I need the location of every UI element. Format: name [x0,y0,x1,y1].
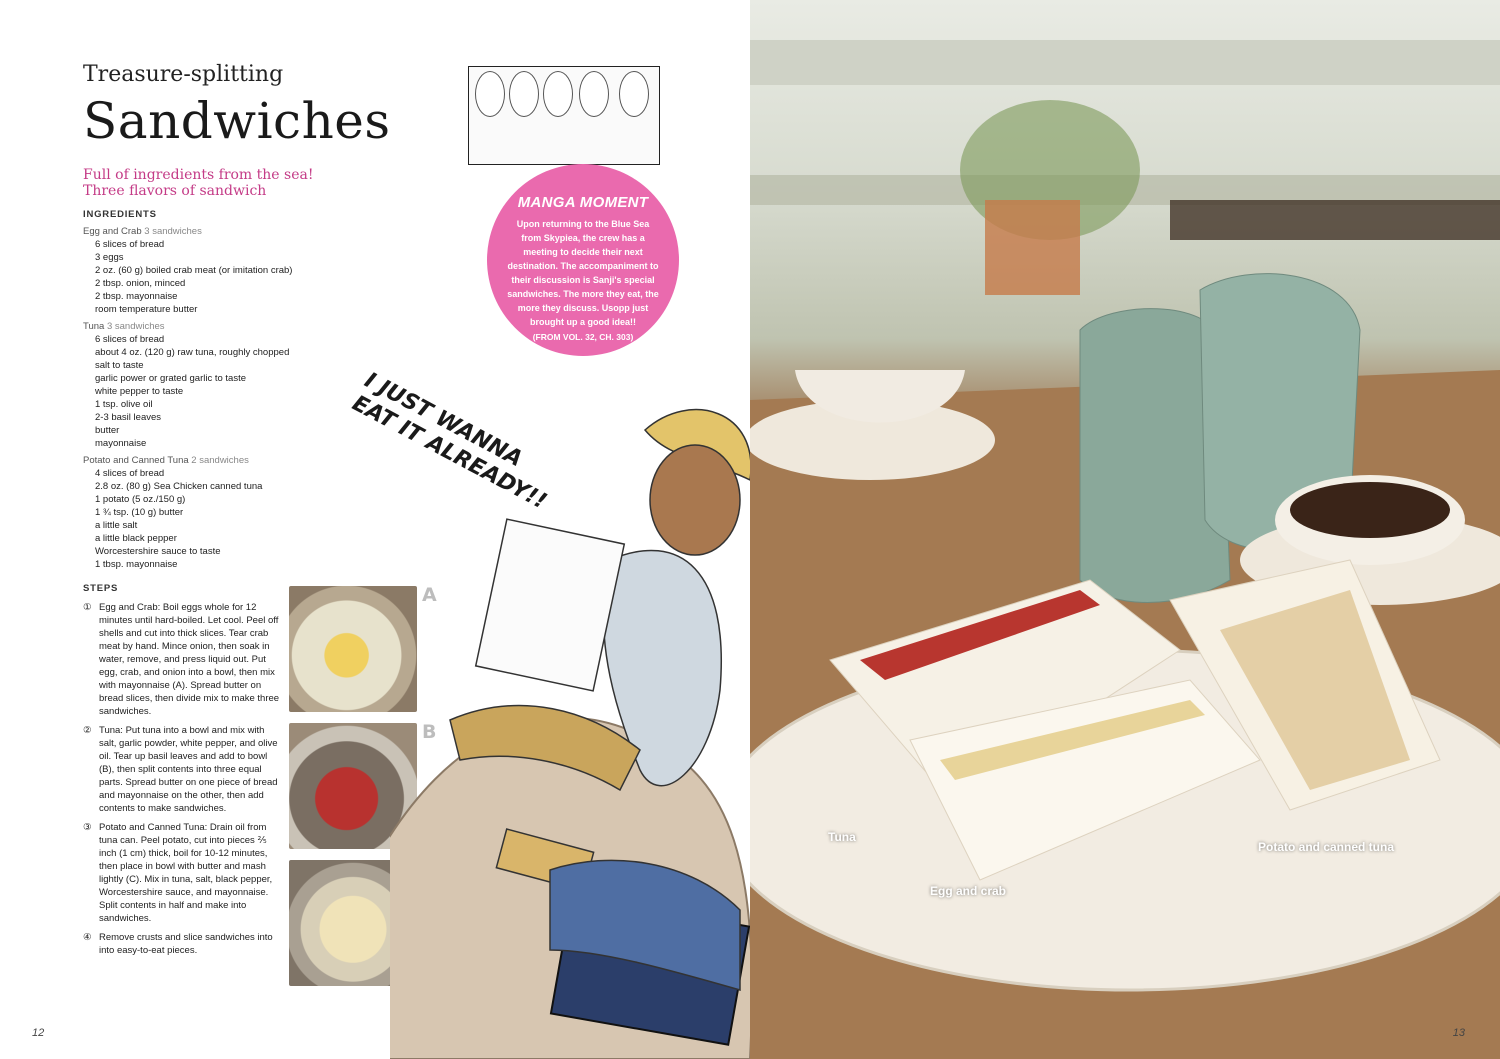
ingredient-item: 2 oz. (60 g) boiled crab meat (or imitat… [95,265,293,276]
ingredients-heading: INGREDIENTS [83,209,157,220]
ingredient-item: 4 slices of bread [95,468,165,479]
tagline-line: Full of ingredients from the sea! [83,167,314,183]
steps-list: STEPS ① Egg and Crab: Boil eggs whole for… [83,582,283,957]
manga-moment-text: Upon returning to the Blue Sea from Skyp… [507,219,659,327]
group-name: Tuna [83,321,105,332]
ingredient-item: 2.8 oz. (80 g) Sea Chicken canned tuna [95,481,263,492]
sketchbook [474,518,626,692]
ingredient-item: mayonnaise [95,438,147,449]
chair-back [1170,200,1500,240]
speech-bubble [509,71,539,117]
page-number-right: 13 [1452,1027,1465,1039]
ingredient-item: 1 tsp. olive oil [95,399,153,410]
ingredient-item: a little salt [95,520,138,531]
flower-pot [985,200,1080,295]
step-text: Potato and Canned Tuna: Drain oil from t… [99,822,273,924]
ingredient-item: 2 tbsp. onion, minced [95,278,186,289]
speech-bubble [475,71,505,117]
manga-moment-badge: MANGA MOMENT Upon returning to the Blue … [487,164,679,356]
ingredient-item: salt to taste [95,360,144,371]
recipe-title: Sandwiches [83,92,391,150]
ingredient-item: 3 eggs [95,252,124,263]
step-item: ② Tuna: Put tuna into a bowl and mix with… [83,724,283,815]
recipe-tagline: Full of ingredients from the sea! Three … [83,167,313,199]
ingredient-item: 6 slices of bread [95,239,165,250]
manga-moment-heading: MANGA MOMENT [517,194,649,211]
ingredient-item: 1 ¾ tsp. (10 g) butter [95,507,184,518]
ingredient-item: 2 tbsp. mayonnaise [95,291,178,302]
speech-bubble [543,71,573,117]
ingredient-item: about 4 oz. (120 g) raw tuna, roughly ch… [95,347,290,358]
label-tuna: Tuna [828,830,856,844]
speech-bubble [619,71,649,117]
step-number: ③ [83,822,92,833]
label-egg-crab: Egg and crab [930,884,1007,898]
group-name: Egg and Crab [83,226,142,237]
page-number-left: 12 [32,1027,45,1039]
step-text: Tuna: Put tuna into a bowl and mix with … [99,725,278,814]
tagline-line: Three flavors of sandwich [83,183,267,199]
ingredient-group-heading: Tuna 3 sandwiches [83,320,343,333]
right-page: Tuna Egg and crab Potato and canned tuna… [750,0,1500,1059]
group-count: 3 sandwiches [144,226,202,237]
ingredient-item: Worcestershire sauce to taste [95,546,221,557]
group-name: Potato and Canned Tuna [83,455,189,466]
ingredient-item: butter [95,425,120,436]
step-text: Remove crusts and slice sandwiches into … [99,932,273,956]
ingredient-item: 1 potato (5 oz./150 g) [95,494,186,505]
step-item: ① Egg and Crab: Boil eggs whole for 12 mi… [83,601,283,718]
step-text: Egg and Crab: Boil eggs whole for 12 min… [99,602,280,717]
steps-heading: STEPS [83,583,119,594]
coffee [1290,482,1450,538]
ingredient-item: garlic power or grated garlic to taste [95,373,247,384]
ingredient-item: white pepper to taste [95,386,184,397]
group-count: 3 sandwiches [106,321,165,332]
label-potato-tuna: Potato and canned tuna [1258,840,1395,854]
step-number: ① [83,602,92,613]
step-item: ③ Potato and Canned Tuna: Drain oil from … [83,821,283,925]
ingredient-item: room temperature butter [95,304,198,315]
ingredient-item: 2-3 basil leaves [95,412,162,423]
window-frame [750,40,1500,85]
ingredients-list: INGREDIENTS Egg and Crab 3 sandwiches 6 s… [83,208,343,571]
step-item: ④ Remove crusts and slice sandwiches into… [83,931,283,957]
step-number: ② [83,725,92,736]
manga-moment-body: Upon returning to the Blue Sea from Skyp… [507,217,659,344]
speech-bubble [579,71,609,117]
ingredient-item: 6 slices of bread [95,334,165,345]
manga-moment-source: (FROM VOL. 32, CH. 303) [532,332,634,342]
left-page: Treasure-splitting Sandwiches Full of in… [0,0,750,1059]
sandwich-photo [750,40,1500,1059]
ingredient-item: a little black pepper [95,533,177,544]
step-number: ④ [83,932,92,943]
ingredient-item: 1 tbsp. mayonnaise [95,559,178,570]
usopp-illustration [390,408,750,1059]
usopp-head [649,444,741,556]
manga-panel-strip [468,66,660,165]
ingredient-group-heading: Egg and Crab 3 sandwiches [83,225,343,238]
recipe-subtitle: Treasure-splitting [83,62,284,87]
group-count: 2 sandwiches [191,455,249,466]
ingredient-group-heading: Potato and Canned Tuna 2 sandwiches [83,454,343,467]
